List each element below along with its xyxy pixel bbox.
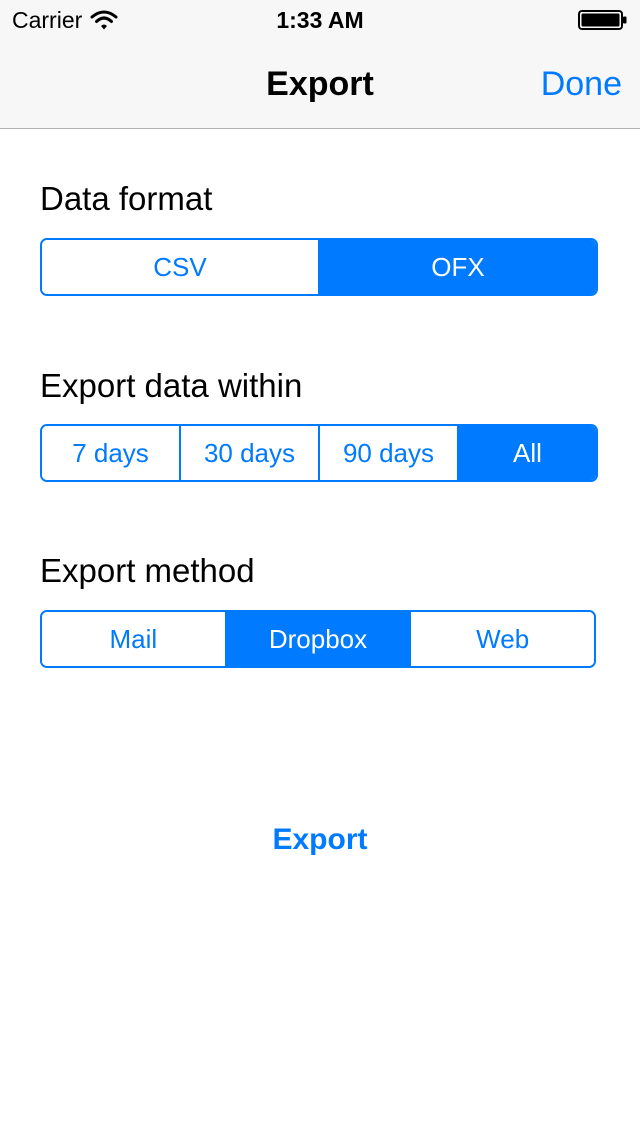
segment-7-days[interactable]: 7 days (42, 426, 179, 480)
status-bar: Carrier 1:33 AM (0, 0, 640, 40)
export-method-label: Export method (40, 552, 255, 589)
segment-all[interactable]: All (457, 426, 596, 480)
data-format-segmented-control: CSV OFX (40, 238, 598, 296)
done-button[interactable]: Done (541, 66, 622, 102)
export-button[interactable]: Export (0, 822, 640, 858)
segment-mail[interactable]: Mail (42, 612, 225, 666)
segment-30-days[interactable]: 30 days (179, 426, 318, 480)
segment-ofx[interactable]: OFX (318, 240, 596, 294)
segment-dropbox[interactable]: Dropbox (224, 612, 410, 666)
date-range-label: Export data within (40, 367, 303, 404)
data-format-label: Data format (40, 180, 213, 217)
export-method-segmented-control: Mail Dropbox Web (40, 610, 596, 668)
navigation-bar: Export Done (0, 40, 640, 129)
date-range-segmented-control: 7 days 30 days 90 days All (40, 424, 598, 482)
segment-csv[interactable]: CSV (42, 240, 318, 294)
battery-full-icon (578, 10, 627, 30)
segment-web[interactable]: Web (409, 612, 594, 666)
segment-90-days[interactable]: 90 days (318, 426, 457, 480)
status-time: 1:33 AM (276, 7, 364, 33)
